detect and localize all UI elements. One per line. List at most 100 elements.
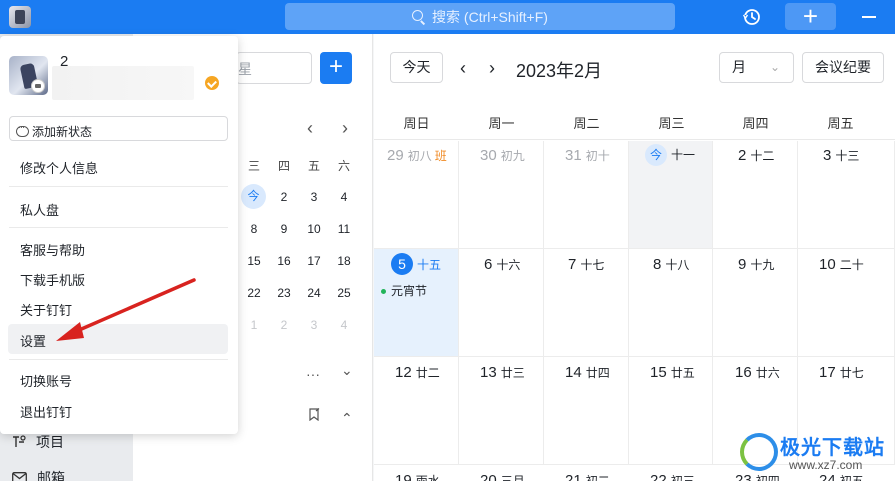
date-label: 17 廿七 xyxy=(819,364,864,381)
mini-day[interactable]: 3 xyxy=(302,190,326,204)
mini-day[interactable]: 25 xyxy=(332,286,356,300)
date-label: 16 廿六 xyxy=(735,364,780,381)
today-button[interactable]: 今天 xyxy=(390,52,443,83)
project-icon xyxy=(13,435,26,447)
app-avatar-icon[interactable] xyxy=(9,6,31,28)
verified-icon xyxy=(205,76,219,90)
date-label-today: 今十一 xyxy=(645,144,695,166)
weekday-label: 周五 xyxy=(827,116,854,131)
redacted-info xyxy=(52,66,194,100)
mini-day[interactable]: 4 xyxy=(332,190,356,204)
calendar-event-title: 元宵节 xyxy=(391,284,428,298)
mini-day-next-month[interactable]: 2 xyxy=(272,318,296,332)
mini-day-today[interactable]: 今 xyxy=(241,184,266,209)
mini-weekday: 六 xyxy=(337,159,350,173)
menu-item-help[interactable]: 客服与帮助 xyxy=(20,240,85,259)
weekday-label: 周三 xyxy=(658,116,685,131)
mail-icon xyxy=(12,472,27,481)
chevron-down-icon[interactable]: ⌄ xyxy=(341,362,353,379)
mini-day[interactable]: 2 xyxy=(272,190,296,204)
chat-bubble-icon xyxy=(16,122,29,137)
calendar-search-input[interactable]: 星 xyxy=(236,52,312,84)
menu-item-settings[interactable]: 设置 xyxy=(20,331,46,350)
weekday-label: 周日 xyxy=(403,116,430,131)
rail-item-project-label: 项目 xyxy=(36,434,64,450)
add-status-button[interactable]: 添加新状态 xyxy=(9,116,228,141)
history-icon[interactable] xyxy=(742,7,762,27)
date-label: 8 十八 xyxy=(653,256,690,273)
watermark-url: www.xz7.com xyxy=(789,458,863,472)
prev-month-button[interactable]: ‹ xyxy=(460,58,466,79)
mini-day[interactable]: 15 xyxy=(242,254,266,268)
mini-day[interactable]: 8 xyxy=(242,222,266,236)
mini-day[interactable]: 17 xyxy=(302,254,326,268)
mini-weekday: 三 xyxy=(247,159,260,173)
search-placeholder: 搜索 (Ctrl+Shift+F) xyxy=(432,8,548,25)
date-label: 21 初二 xyxy=(565,472,610,481)
add-status-label: 添加新状态 xyxy=(32,124,93,139)
minimize-icon[interactable] xyxy=(862,16,876,18)
mini-weekday: 四 xyxy=(277,159,290,173)
next-month-button[interactable]: › xyxy=(489,58,495,79)
camera-icon[interactable] xyxy=(31,79,45,93)
chevron-down-icon: ⌄ xyxy=(770,60,781,74)
date-label: 6 十六 xyxy=(484,256,521,273)
date-label: 13 廿三 xyxy=(480,364,525,381)
event-dot-icon xyxy=(381,289,386,295)
bookmark-icon[interactable] xyxy=(308,408,320,424)
date-label-selected: 5 十五 xyxy=(391,253,441,275)
date-label: 30 初九 xyxy=(480,147,525,164)
rail-item-mail-label: 邮箱 xyxy=(37,470,65,481)
search-input[interactable]: 搜索 (Ctrl+Shift+F) xyxy=(285,3,675,30)
menu-item-switch-account[interactable]: 切换账号 xyxy=(20,371,72,390)
mini-day-next-month[interactable]: 1 xyxy=(242,318,266,332)
work-day-badge: 班 xyxy=(434,149,447,163)
weekday-label: 周二 xyxy=(573,116,600,131)
date-label: 20 三月 xyxy=(480,472,525,481)
date-label: 15 廿五 xyxy=(650,364,695,381)
meeting-notes-button[interactable]: 会议纪要 xyxy=(802,52,884,83)
month-title: 2023年2月 xyxy=(516,61,603,81)
add-calendar-button[interactable]: + xyxy=(320,52,352,84)
mini-day[interactable]: 18 xyxy=(332,254,356,268)
date-label: 12 廿二 xyxy=(395,364,440,381)
mini-day[interactable]: 10 xyxy=(302,222,326,236)
menu-divider xyxy=(9,227,228,228)
date-label: 19 雨水 xyxy=(395,472,440,481)
date-label: 9 十九 xyxy=(738,256,775,273)
menu-item-private-drive[interactable]: 私人盘 xyxy=(20,200,59,219)
calendar-event[interactable]: 元宵节 xyxy=(381,282,427,299)
rail-item-project[interactable]: 项目 xyxy=(12,432,64,452)
more-options-icon[interactable]: ··· xyxy=(306,366,320,382)
menu-divider xyxy=(9,359,228,360)
mini-weekday: 五 xyxy=(307,159,320,173)
mini-day[interactable]: 16 xyxy=(272,254,296,268)
search-icon xyxy=(412,9,426,24)
mini-day[interactable]: 22 xyxy=(242,286,266,300)
date-label: 10 二十 xyxy=(819,256,864,273)
mini-day-next-month[interactable]: 3 xyxy=(302,318,326,332)
menu-item-download-mobile[interactable]: 下载手机版 xyxy=(20,270,85,289)
view-select[interactable]: 月 ⌄ xyxy=(719,52,794,83)
rail-item-mail[interactable]: 邮箱 xyxy=(12,468,65,481)
mini-day[interactable]: 9 xyxy=(272,222,296,236)
date-label: 22 初三 xyxy=(650,472,695,481)
mini-next-month-button[interactable]: › xyxy=(342,118,348,139)
mini-prev-month-button[interactable]: ‹ xyxy=(307,118,313,139)
mini-day[interactable]: 24 xyxy=(302,286,326,300)
create-button[interactable]: + xyxy=(785,3,836,30)
date-label: 29 初八班 xyxy=(387,147,447,164)
top-bar: 搜索 (Ctrl+Shift+F) + xyxy=(0,0,895,34)
view-select-value: 月 xyxy=(732,59,746,75)
mini-day[interactable]: 11 xyxy=(332,222,356,236)
date-label: 3 十三 xyxy=(823,147,860,164)
menu-item-edit-profile[interactable]: 修改个人信息 xyxy=(20,158,98,177)
date-label: 7 十七 xyxy=(568,256,605,273)
weekday-label: 周一 xyxy=(488,116,515,131)
mini-day[interactable]: 23 xyxy=(272,286,296,300)
mini-day-next-month[interactable]: 4 xyxy=(332,318,356,332)
chevron-up-icon[interactable]: ⌃ xyxy=(341,410,353,427)
date-label: 31 初十 xyxy=(565,147,610,164)
menu-item-logout[interactable]: 退出钉钉 xyxy=(20,402,72,421)
menu-item-about[interactable]: 关于钉钉 xyxy=(20,300,72,319)
